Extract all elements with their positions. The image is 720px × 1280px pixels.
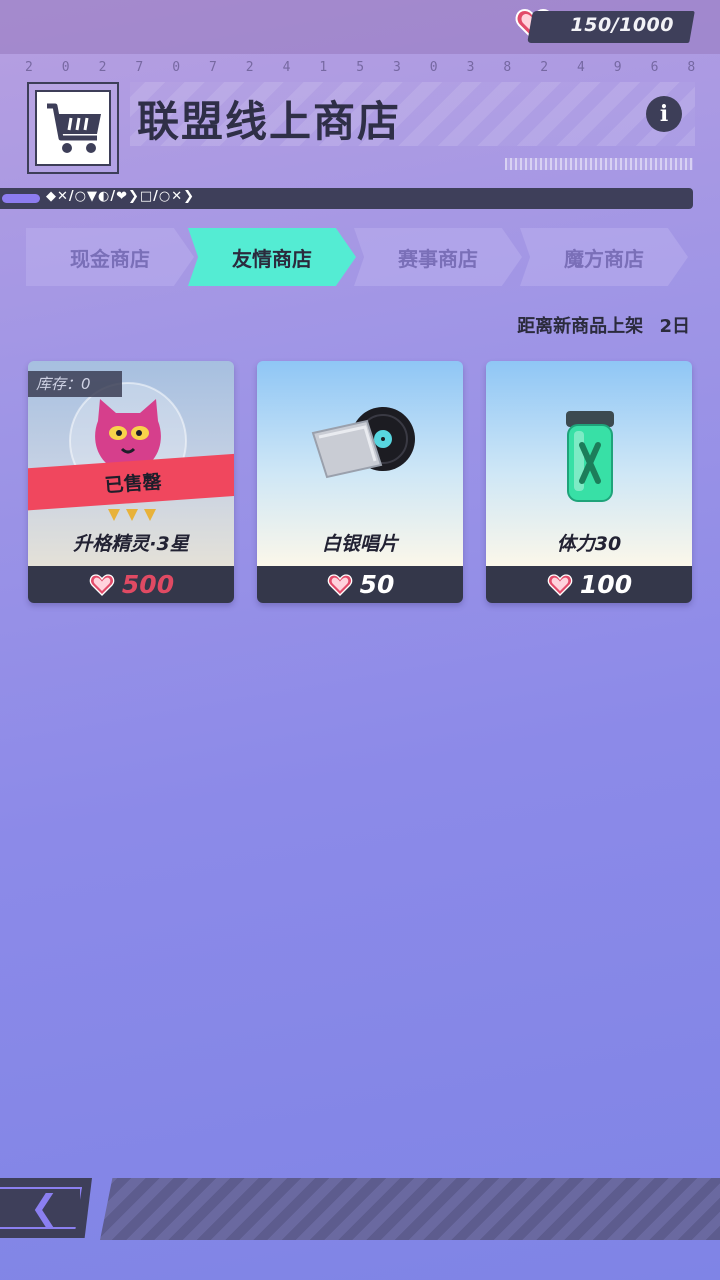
item-name: 白银唱片 [321,533,398,555]
symbol-bar: ◆✕/○▼◐/❤❯□/○✕❯ [0,188,693,209]
cart-frame [27,82,119,174]
ticker-digit: 4 [577,60,585,75]
shop-item-card[interactable]: 库存：0 已售罄 升格精灵·3星 500 [28,361,234,603]
item-name: 体力30 [556,533,622,555]
ticker-digit: 3 [466,60,475,75]
barcode-decoration [505,158,693,170]
ticker-digit: 2 [245,60,254,75]
price-value: 500 [121,570,175,599]
shopping-cart-icon [47,103,101,153]
number-ticker: 2 0 2 7 0 7 2 4 1 5 3 0 3 8 2 4 9 6 8 [0,60,720,78]
stamina-jar-icon [566,411,614,502]
ticker-digit: 7 [135,60,144,75]
item-price: 500 [28,566,234,603]
tab-event-shop[interactable]: 赛事商店 [354,228,522,286]
item-price: 100 [486,566,692,603]
ticker-digit: 0 [429,60,438,75]
back-arrow-icon[interactable]: ❮ [30,1188,59,1228]
ticker-digit: 8 [687,60,696,75]
ticker-digit: 2 [540,60,549,75]
price-value: 50 [359,570,395,599]
ticker-digit: 9 [613,60,622,75]
item-price: 50 [257,566,463,603]
cart-panel [35,90,111,166]
refresh-label: 距离新商品上架 [517,316,644,337]
currency-value: 150/1000 [570,14,674,36]
info-icon[interactable]: i [646,96,682,132]
symbol-string: ◆✕/○▼◐/❤❯□/○✕❯ [46,189,196,204]
stock-label: 库存：0 [28,371,122,397]
ticker-digit: 2 [25,60,33,75]
refresh-value: 2日 [659,316,690,337]
item-name: 升格精灵·3星 [73,533,189,555]
heart-icon [89,573,115,596]
ticker-digit: 2 [98,60,107,75]
refresh-timer: 距离新商品上架 2日 [517,312,690,338]
tab-cash-shop[interactable]: 现金商店 [26,228,194,286]
ticker-digit: 0 [172,60,181,75]
bottom-bar [100,1178,720,1240]
ticker-digit: 1 [319,60,328,75]
price-value: 100 [579,570,633,599]
ticker-digit: 7 [209,60,217,75]
vinyl-record-icon [311,407,415,479]
heart-icon [327,573,352,596]
shop-item-card[interactable]: 体力30 100 [486,361,692,603]
ticker-digit: 6 [650,60,659,75]
ticker-digit: 8 [503,60,512,75]
shop-item-card[interactable]: 白银唱片 50 [257,361,463,603]
ticker-digit: 0 [61,60,70,75]
ticker-digit: 3 [393,60,401,75]
page-title: 联盟线上商店 [137,97,402,146]
heart-icon [547,573,573,596]
tab-cube-shop[interactable]: 魔方商店 [520,228,688,286]
ticker-digit: 4 [282,60,291,75]
ticker-digit: 5 [356,60,365,75]
tab-friendship-shop[interactable]: 友情商店 [188,228,356,286]
symbol-pill [2,194,40,203]
